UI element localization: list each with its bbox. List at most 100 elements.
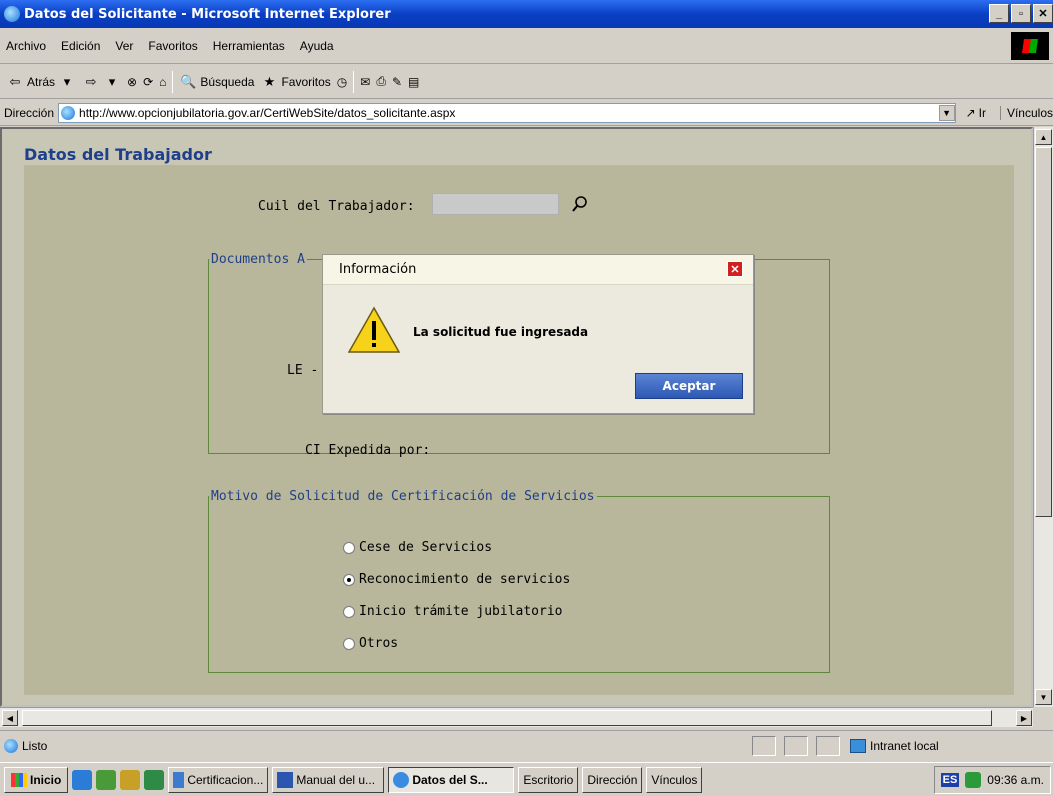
ci-label: CI Expedida por: [305,443,431,458]
menu-herramientas[interactable]: Herramientas [213,39,285,53]
windows-logo-icon [11,772,27,787]
cuil-input[interactable] [432,193,559,215]
go-label: Ir [978,105,986,120]
option-otros[interactable]: Otros [343,636,398,651]
task-datos[interactable]: Datos del S... [388,766,515,793]
forward-arrow-icon: ⇨ [85,73,97,89]
quicklaunch-icon[interactable] [144,769,165,790]
toolbar-escritorio[interactable]: Escritorio [518,766,579,793]
menu-favoritos[interactable]: Favoritos [148,39,197,53]
task-certificacion[interactable]: Certificacion... [168,766,269,793]
go-button[interactable]: ↗ Ir [966,106,986,120]
task-manual[interactable]: Manual del u... [272,766,385,793]
status-text: Listo [22,738,48,753]
page-content: Datos del Trabajador Cuil del Trabajador… [0,127,1033,707]
language-indicator[interactable]: ES [940,773,960,787]
warning-icon [347,306,401,353]
minimize-button[interactable]: _ [989,4,1009,23]
menu-ayuda[interactable]: Ayuda [300,39,334,53]
home-icon[interactable]: ⌂ [159,75,166,89]
toolbar-separator [353,70,355,93]
address-input[interactable]: http://www.opcionjubilatoria.gov.ar/Cert… [58,102,956,123]
menu-edicion[interactable]: Edición [61,39,100,53]
accept-button[interactable]: Aceptar [635,373,743,399]
cuil-label: Cuil del Trabajador: [258,199,415,214]
radio-button-checked[interactable] [343,573,355,586]
page-title: Datos del Trabajador [24,145,212,164]
discuss-icon[interactable]: ▤ [408,75,419,89]
dropdown-arrow-icon: ▾ [108,73,116,89]
back-button[interactable]: ⇦ Atrás ▾ [6,73,76,91]
address-dropdown-icon[interactable]: ▼ [938,104,955,121]
word-icon [277,771,294,788]
dialog-header: Información [323,255,753,285]
radio-button[interactable] [343,541,355,554]
status-cell [816,736,840,756]
ie-quicklaunch-icon[interactable] [72,769,93,790]
search-label: Búsqueda [200,74,255,89]
intranet-icon [850,739,866,753]
edit-icon[interactable]: ✎ [392,75,402,89]
vertical-scrollbar[interactable]: ▲ ▼ [1033,127,1053,707]
links-button[interactable]: Vínculos [999,105,1053,120]
ie-icon [393,771,410,788]
scroll-thumb[interactable] [22,710,992,726]
toolbar-direccion[interactable]: Dirección [582,766,643,793]
search-button[interactable]: 🔍 Búsqueda [179,73,254,91]
radio-button[interactable] [343,605,355,618]
le-label: LE - [287,363,319,378]
menu-bar: Archivo Edición Ver Favoritos Herramient… [0,28,1053,64]
task-label: Datos del S... [412,772,488,787]
status-cell [752,736,776,756]
option-label: Reconocimiento de servicios [359,572,571,587]
network-icon[interactable] [965,772,982,788]
scroll-down-icon[interactable]: ▼ [1035,689,1052,705]
toolbar: ⇦ Atrás ▾ ⇨ ▾ ⊗ ⟳ ⌂ 🔍 Búsqueda ★ Favorit… [0,65,1053,99]
zone-label: Intranet local [870,739,939,753]
back-arrow-icon: ⇦ [9,73,21,89]
stop-icon[interactable]: ⊗ [127,75,137,89]
go-arrow-icon: ↗ [965,105,976,120]
system-tray: ES 09:36 a.m. [933,766,1051,794]
page-status-icon [4,738,18,753]
start-button[interactable]: Inicio [4,766,69,793]
quicklaunch-icon[interactable] [96,769,117,790]
option-reconocimiento[interactable]: Reconocimiento de servicios [343,572,570,587]
page-icon [61,105,76,120]
history-icon[interactable]: ◷ [337,75,347,89]
print-icon[interactable]: ⎙ [376,74,386,89]
scroll-right-icon[interactable]: ▶ [1016,710,1032,726]
title-bar: Datos del Solicitante - Microsoft Intern… [0,0,1053,28]
restore-button[interactable]: ▫ [1011,4,1031,23]
scroll-up-icon[interactable]: ▲ [1035,129,1052,145]
scroll-left-icon[interactable]: ◀ [2,710,18,726]
option-cese[interactable]: Cese de Servicios [343,540,492,555]
folder-search-icon [173,771,185,788]
menu-archivo[interactable]: Archivo [6,39,46,53]
option-label: Cese de Servicios [359,540,493,555]
address-label: Dirección [4,105,55,120]
motivo-fieldset: Motivo de Solicitud de Certificación de … [208,489,830,673]
toolbar-separator [172,70,174,93]
quicklaunch-icon[interactable] [120,769,141,790]
option-inicio[interactable]: Inicio trámite jubilatorio [343,604,563,619]
horizontal-scrollbar[interactable]: ◀ ▶ [0,707,1033,727]
search-icon[interactable] [570,193,590,215]
close-button[interactable]: ✕ [1033,4,1053,23]
close-icon[interactable]: ✕ [727,261,743,277]
windows-flag-icon [1011,32,1049,60]
window-controls: _ ▫ ✕ [989,4,1053,23]
mail-icon[interactable]: ✉ [360,75,370,89]
menu-ver[interactable]: Ver [115,39,133,53]
scroll-thumb[interactable] [1035,147,1052,517]
forward-button[interactable]: ⇨ ▾ [82,73,121,91]
task-label: Manual del u... [296,772,376,787]
option-label: Inicio trámite jubilatorio [359,604,563,619]
radio-button[interactable] [343,637,355,650]
toolbar-vinculos[interactable]: Vínculos [646,766,703,793]
form-panel: Cuil del Trabajador: Documentos A LE - C… [24,165,1014,695]
refresh-icon[interactable]: ⟳ [143,75,153,89]
address-bar: Dirección http://www.opcionjubilatoria.g… [0,100,1053,126]
favorites-button[interactable]: ★ Favoritos [260,73,331,91]
clock: 09:36 a.m. [987,773,1044,787]
